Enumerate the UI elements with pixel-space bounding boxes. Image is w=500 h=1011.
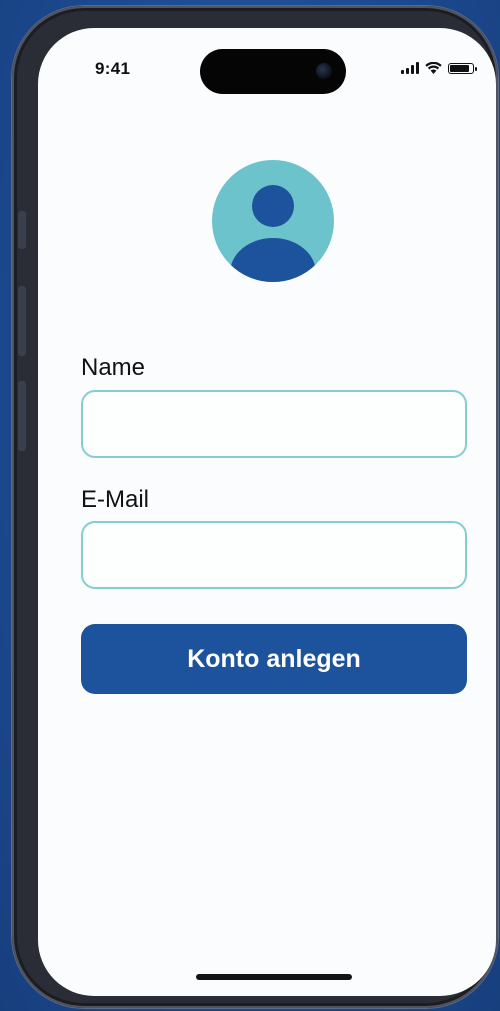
volume-down-button	[18, 381, 26, 451]
create-account-button[interactable]: Konto anlegen	[81, 624, 467, 694]
signal-icon	[401, 62, 419, 74]
camera-icon	[316, 63, 332, 79]
volume-up-button	[18, 286, 26, 356]
home-indicator[interactable]	[196, 974, 352, 980]
battery-icon	[448, 62, 477, 74]
status-icons	[401, 62, 477, 74]
name-input[interactable]	[81, 390, 467, 458]
avatar-head	[252, 185, 294, 227]
email-input[interactable]	[81, 521, 467, 589]
name-label: Name	[81, 354, 146, 381]
user-avatar-icon	[212, 160, 334, 282]
action-button	[18, 211, 26, 249]
phone-frame: 9:41 Name E-Mail Konto anlegen	[12, 6, 498, 1008]
dynamic-island	[200, 49, 346, 94]
screen: 9:41 Name E-Mail Konto anlegen	[38, 28, 496, 996]
status-time: 9:41	[95, 59, 131, 78]
avatar-body	[230, 238, 316, 282]
wifi-icon	[425, 62, 442, 74]
email-label: E-Mail	[81, 486, 150, 513]
